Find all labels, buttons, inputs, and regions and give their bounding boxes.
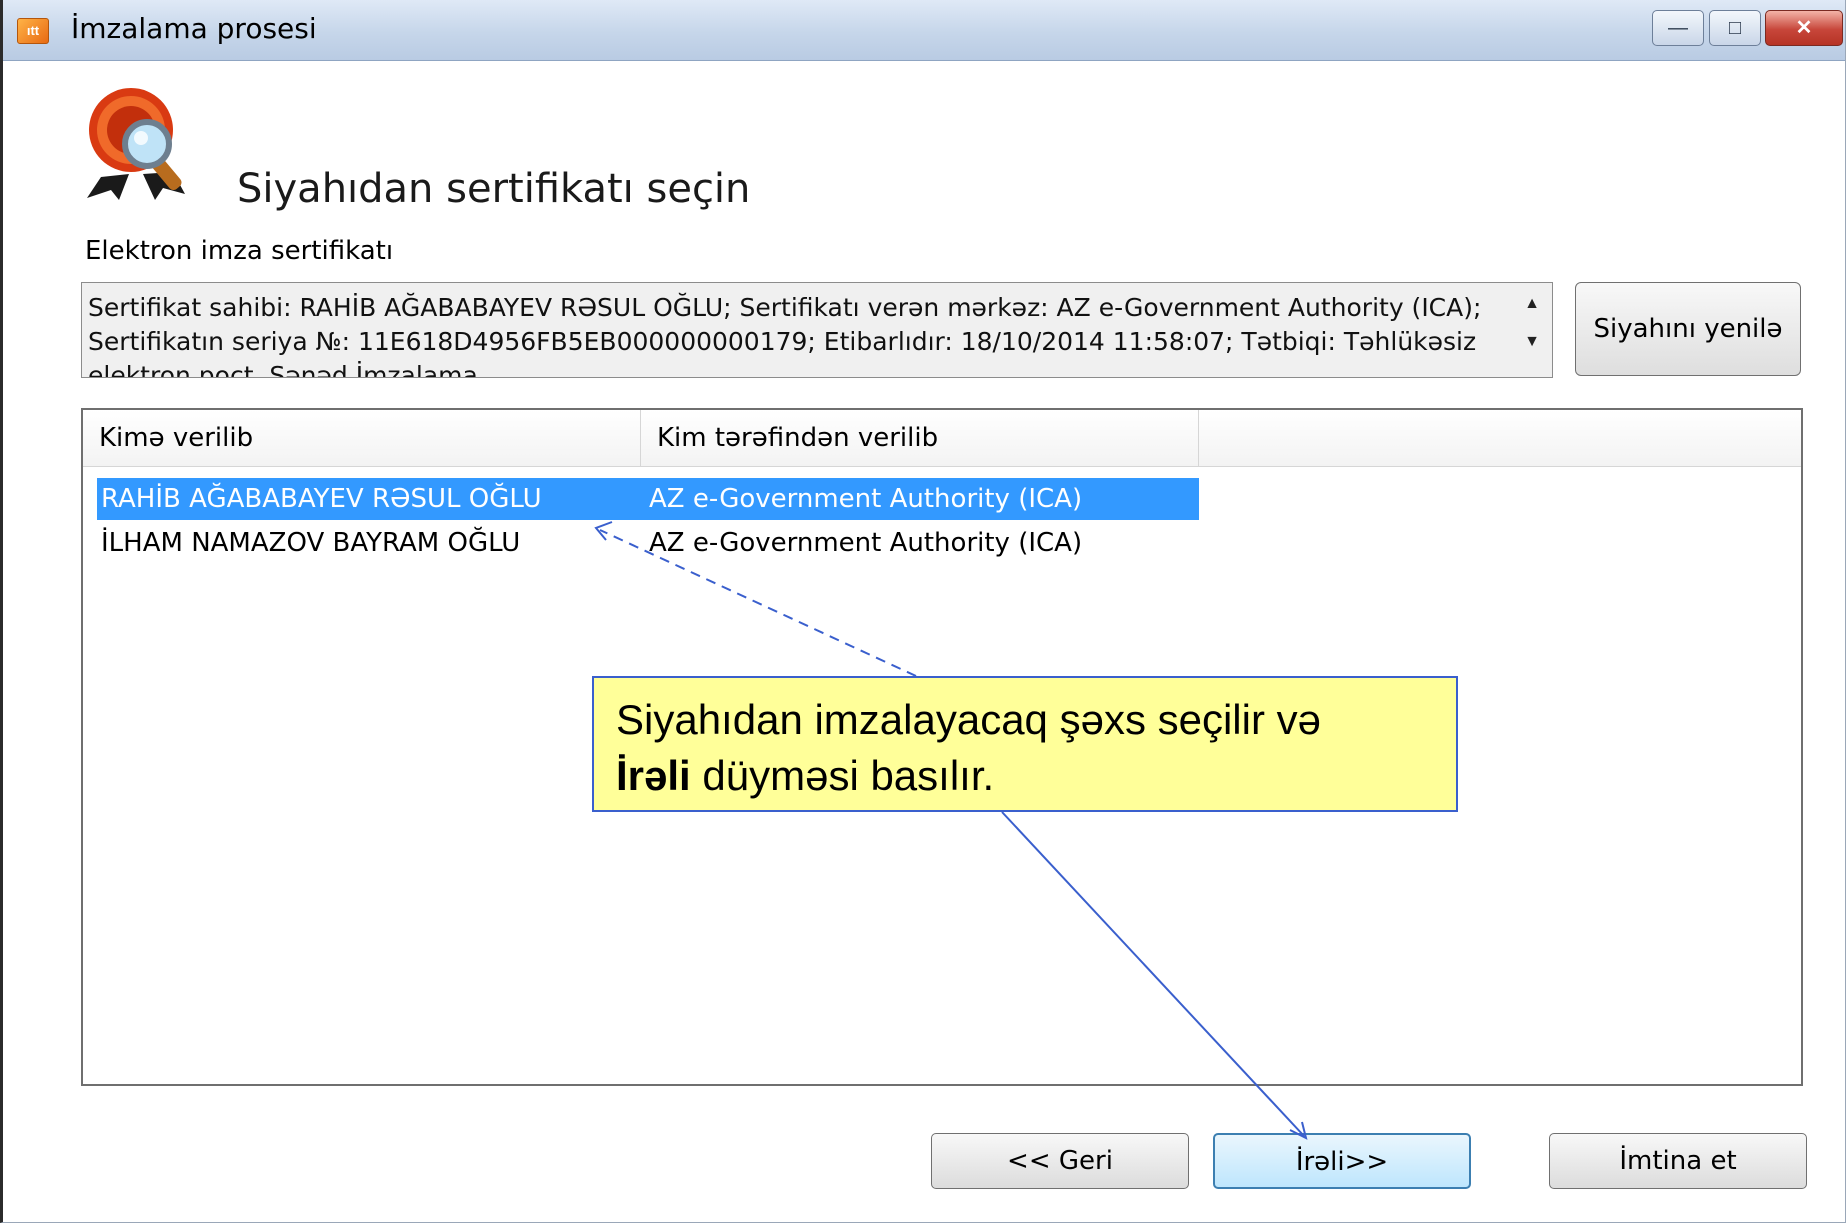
maximize-button[interactable]: □ xyxy=(1709,10,1761,46)
callout-line2-rest: düyməsi basılır. xyxy=(690,752,995,799)
refresh-list-button[interactable]: Siyahını yenilə xyxy=(1575,282,1801,376)
details-scrollbar[interactable]: ▲ ▼ xyxy=(1512,283,1552,377)
minimize-icon: — xyxy=(1668,17,1688,39)
column-issued-to[interactable]: Kimə verilib xyxy=(83,410,641,466)
title-bar[interactable]: ıtt İmzalama prosesi — □ ✕ xyxy=(3,0,1845,61)
maximize-icon: □ xyxy=(1728,17,1742,39)
app-icon: ıtt xyxy=(17,18,49,44)
close-icon: ✕ xyxy=(1795,17,1813,39)
list-header: Kimə verilib Kim tərəfindən verilib xyxy=(83,410,1801,467)
list-row[interactable]: İLHAM NAMAZOV BAYRAM OĞLU AZ e-Governmen… xyxy=(97,522,1199,564)
dialog-window: ıtt İmzalama prosesi — □ ✕ Siyahıdan ser… xyxy=(0,0,1846,1223)
minimize-button[interactable]: — xyxy=(1652,10,1704,46)
next-button[interactable]: İrəli>> xyxy=(1213,1133,1471,1189)
certificate-details-text: Sertifikat sahibi: RAHİB AĞABABAYEV RƏSU… xyxy=(88,293,1482,378)
row-issued-by: AZ e-Government Authority (ICA) xyxy=(649,528,1083,558)
list-row-selected[interactable]: RAHİB AĞABABAYEV RƏSUL OĞLU AZ e-Governm… xyxy=(97,478,1199,520)
back-button[interactable]: << Geri xyxy=(931,1133,1189,1189)
scroll-up-icon[interactable]: ▲ xyxy=(1512,295,1552,313)
close-button[interactable]: ✕ xyxy=(1765,10,1843,46)
callout-line2: İrəli düyməsi basılır. xyxy=(616,748,1434,804)
row-issued-to: RAHİB AĞABABAYEV RƏSUL OĞLU xyxy=(101,484,542,514)
window-title: İmzalama prosesi xyxy=(71,12,317,45)
certificate-search-icon xyxy=(87,88,185,200)
page-heading: Siyahıdan sertifikatı seçin xyxy=(237,166,751,212)
row-issued-by: AZ e-Government Authority (ICA) xyxy=(649,484,1083,514)
callout-bold-word: İrəli xyxy=(616,752,691,799)
scroll-down-icon[interactable]: ▼ xyxy=(1512,333,1552,351)
column-issued-by[interactable]: Kim tərəfindən verilib xyxy=(641,410,1199,466)
instruction-callout: Siyahıdan imzalayacaq şəxs seçilir və İr… xyxy=(592,676,1458,812)
row-issued-to: İLHAM NAMAZOV BAYRAM OĞLU xyxy=(101,528,521,558)
certificate-details-box[interactable]: Sertifikat sahibi: RAHİB AĞABABAYEV RƏSU… xyxy=(81,282,1553,378)
callout-line1: Siyahıdan imzalayacaq şəxs seçilir və xyxy=(616,696,1321,743)
cancel-button[interactable]: İmtina et xyxy=(1549,1133,1807,1189)
certificate-label: Elektron imza sertifikatı xyxy=(85,236,394,266)
